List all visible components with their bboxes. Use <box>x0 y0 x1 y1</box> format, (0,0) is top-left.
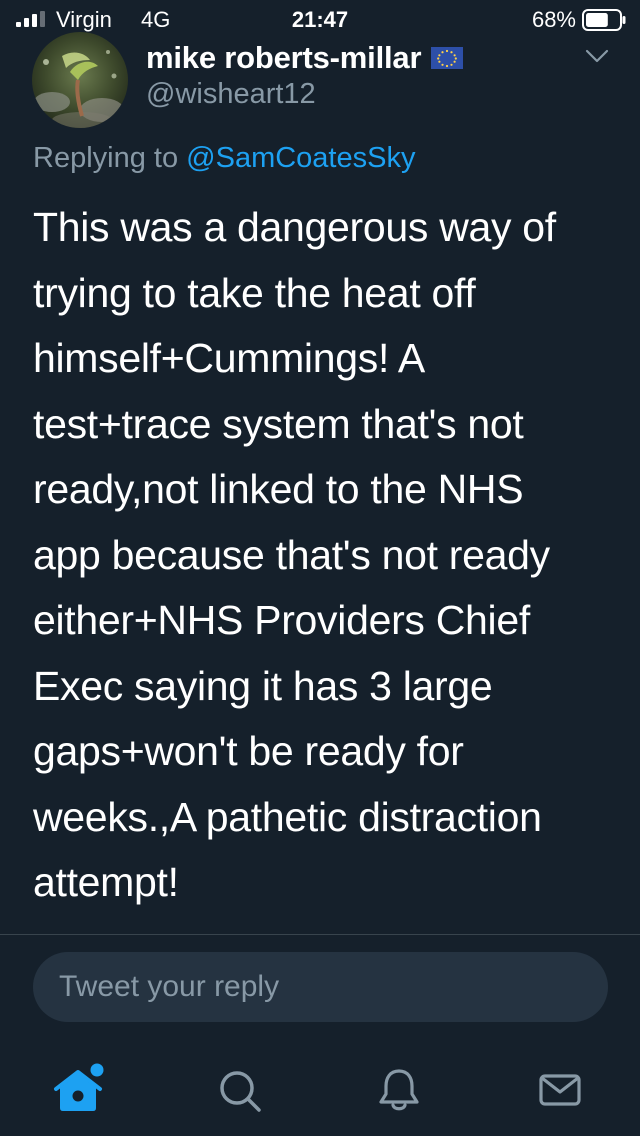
author-display-name[interactable]: mike roberts-millar <box>146 40 422 76</box>
divider <box>0 934 640 935</box>
replying-to-mention[interactable]: @SamCoatesSky <box>186 142 415 174</box>
notifications-icon <box>379 1069 419 1111</box>
bottom-tab-bar <box>0 1040 640 1136</box>
home-icon <box>54 1063 104 1111</box>
chevron-down-icon[interactable] <box>584 46 610 66</box>
tweet-text: This was a dangerous way of trying to ta… <box>33 204 556 905</box>
replying-to-prefix: Replying to <box>33 142 187 174</box>
notification-dot <box>90 1063 104 1077</box>
tab-home[interactable] <box>48 1060 108 1120</box>
battery-icon <box>582 9 626 31</box>
tab-notifications[interactable] <box>369 1060 429 1120</box>
author-name-row[interactable]: mike roberts-millar <box>146 38 464 78</box>
messages-icon <box>539 1074 581 1106</box>
eu-flag-icon <box>431 47 464 69</box>
tab-search[interactable] <box>209 1060 269 1120</box>
battery-percent: 68% <box>531 7 576 32</box>
search-icon <box>220 1071 261 1112</box>
reply-input[interactable]: Tweet your reply <box>33 952 608 1022</box>
reply-placeholder: Tweet your reply <box>59 970 280 1003</box>
avatar-image <box>32 32 128 128</box>
replying-to-line: Replying to @SamCoatesSky <box>33 142 415 175</box>
author-handle[interactable]: @wisheart12 <box>146 78 316 111</box>
tab-messages[interactable] <box>530 1060 590 1120</box>
avatar[interactable] <box>32 32 128 128</box>
